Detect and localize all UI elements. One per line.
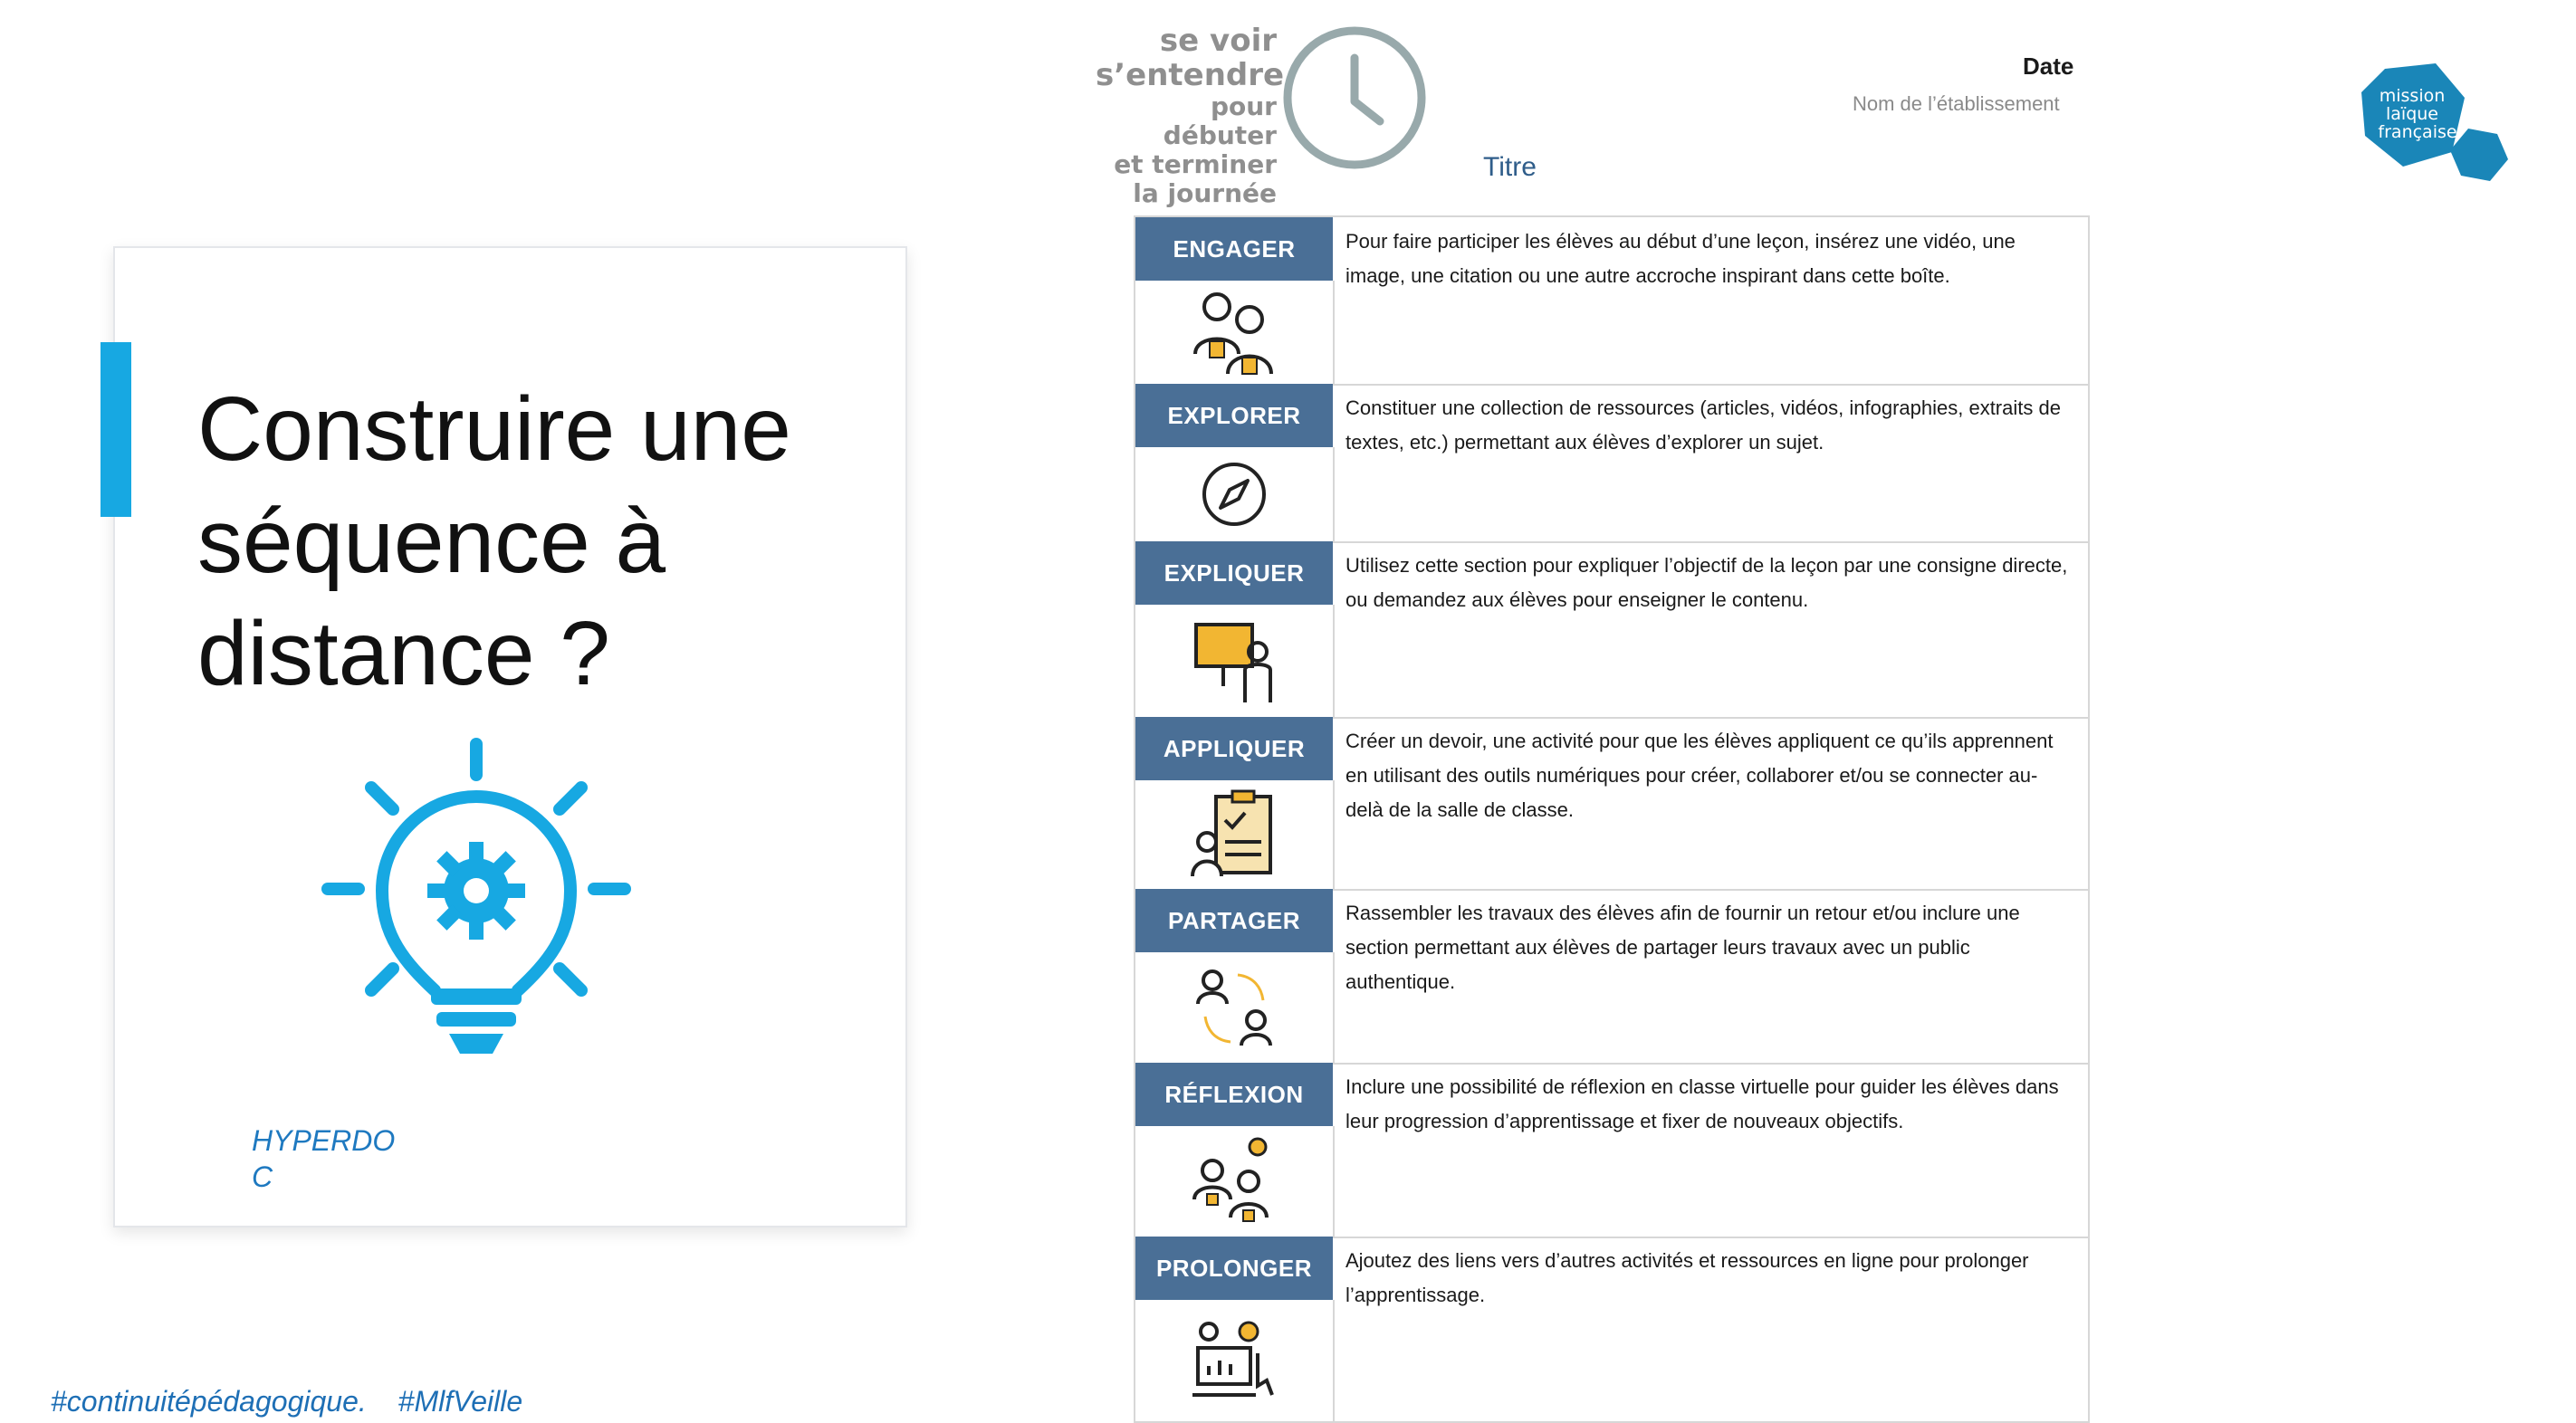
row-label: PROLONGER xyxy=(1135,1237,1333,1300)
slogan-block: se voir s’entendre pour débuter et termi… xyxy=(1096,23,1285,208)
title-accent-bar xyxy=(101,342,131,517)
row-description: Rassembler les travaux des élèves afin d… xyxy=(1345,902,2020,993)
svg-text:française: française xyxy=(2378,122,2456,142)
slogan-line-2: s’entendre xyxy=(1096,57,1285,93)
group-idea-icon xyxy=(1192,1137,1269,1222)
clock-icon xyxy=(1283,26,1426,169)
hyperdoc-table: ENGAGER Pour faire participer les élèves… xyxy=(1134,215,2090,1423)
lightbulb-gear-icon xyxy=(321,738,631,1054)
slide-title: Construire une séquence à distance ? xyxy=(197,378,791,704)
compass-icon xyxy=(1202,463,1266,526)
row-description: Inclure une possibilité de réflexion en … xyxy=(1345,1075,2059,1132)
table-row-expliquer: EXPLIQUER Utilisez cette section pour ex… xyxy=(1135,541,2088,719)
exchange-people-icon xyxy=(1196,969,1272,1046)
hashtag-continuite[interactable]: #continuitépédagogique. xyxy=(51,1385,367,1418)
row-description: Ajoutez des liens vers d’autres activité… xyxy=(1345,1249,2029,1306)
slogan-line-1: se voir xyxy=(1159,23,1277,59)
slide-caption: HYPERDO C xyxy=(252,1124,396,1193)
table-row-reflexion: RÉFLEXION Inclure une possibilité de réf… xyxy=(1135,1063,2088,1238)
row-description: Pour faire participer les élèves au débu… xyxy=(1345,230,2016,287)
table-row-prolonger: PROLONGER Ajoutez des liens vers d’autre… xyxy=(1135,1237,2088,1421)
slogan-line-4: et terminer xyxy=(1114,149,1277,179)
row-label: APPLIQUER xyxy=(1135,717,1333,780)
table-row-partager: PARTAGER Rassembler les travaux des élèv… xyxy=(1135,889,2088,1065)
table-row-engager: ENGAGER Pour faire participer les élèves… xyxy=(1135,217,2088,386)
row-label: PARTAGER xyxy=(1135,889,1333,952)
hashtags: #continuitépédagogique. #MlfVeille xyxy=(51,1385,522,1418)
svg-text:mission: mission xyxy=(2380,86,2446,106)
hashtag-mlfveille[interactable]: #MlfVeille xyxy=(398,1385,523,1418)
document-date-label: Date xyxy=(2023,53,2074,80)
table-row-explorer: EXPLORER Constituer une collection de re… xyxy=(1135,384,2088,543)
document-title: Titre xyxy=(1483,152,1537,182)
clipboard-checklist-icon xyxy=(1191,789,1272,877)
document-school-label: Nom de l’établissement xyxy=(1853,92,2060,115)
svg-text:laïque: laïque xyxy=(2386,104,2438,124)
row-description: Constituer une collection de ressources … xyxy=(1345,396,2061,454)
students-icon xyxy=(1193,292,1273,375)
table-row-appliquer: APPLIQUER Créer un devoir, une activité … xyxy=(1135,717,2088,891)
row-description: Utilisez cette section pour expliquer l’… xyxy=(1345,554,2068,611)
row-label: EXPLORER xyxy=(1135,384,1333,447)
row-label: RÉFLEXION xyxy=(1135,1063,1333,1126)
slogan-line-3: pour débuter xyxy=(1163,91,1277,150)
mission-laique-logo: mission laïque française xyxy=(2361,63,2508,181)
row-description: Créer un devoir, une activité pour que l… xyxy=(1345,730,2054,821)
row-label: ENGAGER xyxy=(1135,217,1333,281)
slogan-line-5: la journée xyxy=(1133,178,1277,208)
row-label: EXPLIQUER xyxy=(1135,541,1333,605)
presentation-board-icon xyxy=(1194,623,1272,702)
online-resources-icon xyxy=(1192,1321,1274,1397)
